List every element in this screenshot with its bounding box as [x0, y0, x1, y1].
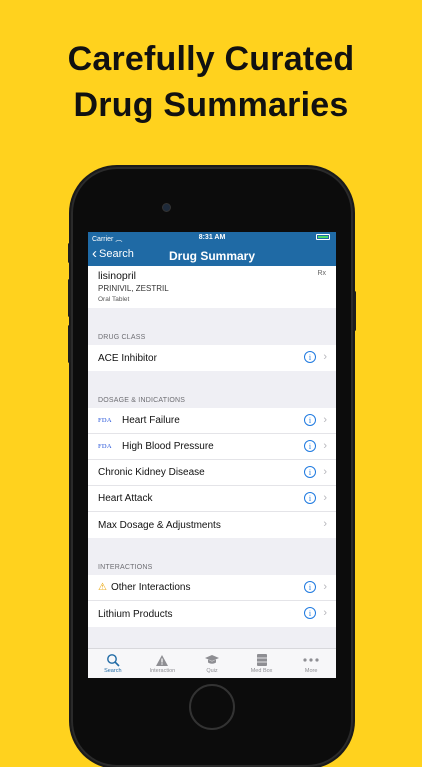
- phone-frame: Carrier ︵ 8:31 AM ‹ Search Drug Summary …: [68, 167, 356, 767]
- chevron-right-icon: ›: [323, 466, 327, 478]
- row-heart-attack[interactable]: Heart Attack i ›: [88, 486, 336, 512]
- drug-class-list: ACE Inhibitor i ›: [88, 345, 336, 371]
- tab-interaction[interactable]: Interaction: [138, 649, 188, 678]
- row-label: Lithium Products: [98, 608, 173, 620]
- row-high-blood-pressure[interactable]: FDA High Blood Pressure i ›: [88, 434, 336, 460]
- row-label: High Blood Pressure: [122, 441, 214, 452]
- battery-icon: [316, 234, 330, 240]
- tab-label: More: [304, 668, 318, 674]
- info-icon[interactable]: i: [304, 581, 316, 593]
- search-icon: [88, 652, 138, 668]
- info-icon[interactable]: i: [304, 351, 316, 363]
- tab-med-box[interactable]: Med Box: [237, 649, 287, 678]
- row-label: Heart Failure: [122, 415, 180, 426]
- tab-search[interactable]: Search: [88, 649, 138, 678]
- row-label: Chronic Kidney Disease: [98, 467, 205, 478]
- front-camera: [162, 203, 171, 212]
- tab-label: Interaction: [149, 668, 176, 674]
- med-box-icon: [237, 652, 287, 668]
- row-lithium-products[interactable]: Lithium Products i ›: [88, 601, 336, 627]
- drug-header: lisinopril PRINIVIL, ZESTRIL Oral Tablet…: [88, 266, 336, 308]
- tab-label: Search: [104, 668, 122, 674]
- row-ace-inhibitor[interactable]: ACE Inhibitor i ›: [88, 345, 336, 371]
- chevron-right-icon: ›: [323, 607, 327, 619]
- tab-more[interactable]: More: [286, 649, 336, 678]
- info-icon[interactable]: i: [304, 492, 316, 504]
- tab-label: Med Box: [250, 668, 273, 674]
- chevron-right-icon: ›: [323, 518, 327, 530]
- chevron-right-icon: ›: [323, 414, 327, 426]
- home-button[interactable]: [189, 684, 235, 730]
- phone-silent-switch: [68, 243, 71, 263]
- row-max-dosage[interactable]: Max Dosage & Adjustments ›: [88, 512, 336, 538]
- phone-power-button: [353, 291, 356, 331]
- interactions-list: ⚠ Other Interactions i › Lithium Product…: [88, 575, 336, 627]
- info-icon[interactable]: i: [304, 414, 316, 426]
- phone-volume-down: [68, 325, 71, 363]
- chevron-right-icon: ›: [323, 492, 327, 504]
- row-label: Other Interactions: [110, 582, 191, 593]
- chevron-right-icon: ›: [323, 351, 327, 363]
- navigation-bar: ‹ Search Drug Summary: [88, 244, 336, 266]
- status-time: 8:31 AM: [198, 234, 226, 241]
- status-bar: Carrier ︵ 8:31 AM: [88, 232, 336, 244]
- drug-brands: PRINIVIL, ZESTRIL: [98, 284, 169, 293]
- warning-icon: [138, 652, 188, 668]
- row-label: ACE Inhibitor: [98, 352, 157, 364]
- dosage-list: FDA Heart Failure i › FDA High Blood Pre…: [88, 408, 336, 538]
- info-icon[interactable]: i: [304, 607, 316, 619]
- row-chronic-kidney-disease[interactable]: Chronic Kidney Disease i ›: [88, 460, 336, 486]
- tab-label: Quiz: [206, 668, 218, 674]
- phone-volume-up: [68, 279, 71, 317]
- row-label: Max Dosage & Adjustments: [98, 519, 221, 531]
- row-label: Heart Attack: [98, 493, 153, 504]
- warning-icon: ⚠: [98, 582, 107, 593]
- drug-name: lisinopril: [98, 270, 136, 282]
- section-header-dosage: DOSAGE & INDICATIONS: [98, 397, 186, 404]
- tab-bar: Search Interaction Quiz Med Box More: [88, 648, 336, 678]
- chevron-right-icon: ›: [323, 581, 327, 593]
- section-header-drug-class: DRUG CLASS: [98, 334, 146, 341]
- chevron-right-icon: ›: [323, 440, 327, 452]
- info-icon[interactable]: i: [304, 466, 316, 478]
- more-icon: [286, 652, 336, 668]
- headline-line-1: Carefully Curated: [67, 40, 355, 78]
- tab-quiz[interactable]: Quiz: [187, 649, 237, 678]
- info-icon[interactable]: i: [304, 440, 316, 452]
- row-heart-failure[interactable]: FDA Heart Failure i ›: [88, 408, 336, 434]
- page-title: Drug Summary: [168, 249, 256, 263]
- fda-badge: FDA: [98, 443, 112, 450]
- headline: Carefully Curated Drug Summaries: [0, 36, 422, 128]
- headline-line-2: Drug Summaries: [73, 86, 349, 124]
- rx-badge: Rx: [317, 270, 326, 277]
- graduation-cap-icon: [187, 652, 237, 668]
- row-other-interactions[interactable]: ⚠ Other Interactions i ›: [88, 575, 336, 601]
- drug-form: Oral Tablet: [98, 296, 130, 303]
- section-header-interactions: INTERACTIONS: [98, 564, 153, 571]
- app-screen: Carrier ︵ 8:31 AM ‹ Search Drug Summary …: [88, 232, 336, 678]
- fda-badge: FDA: [98, 417, 112, 424]
